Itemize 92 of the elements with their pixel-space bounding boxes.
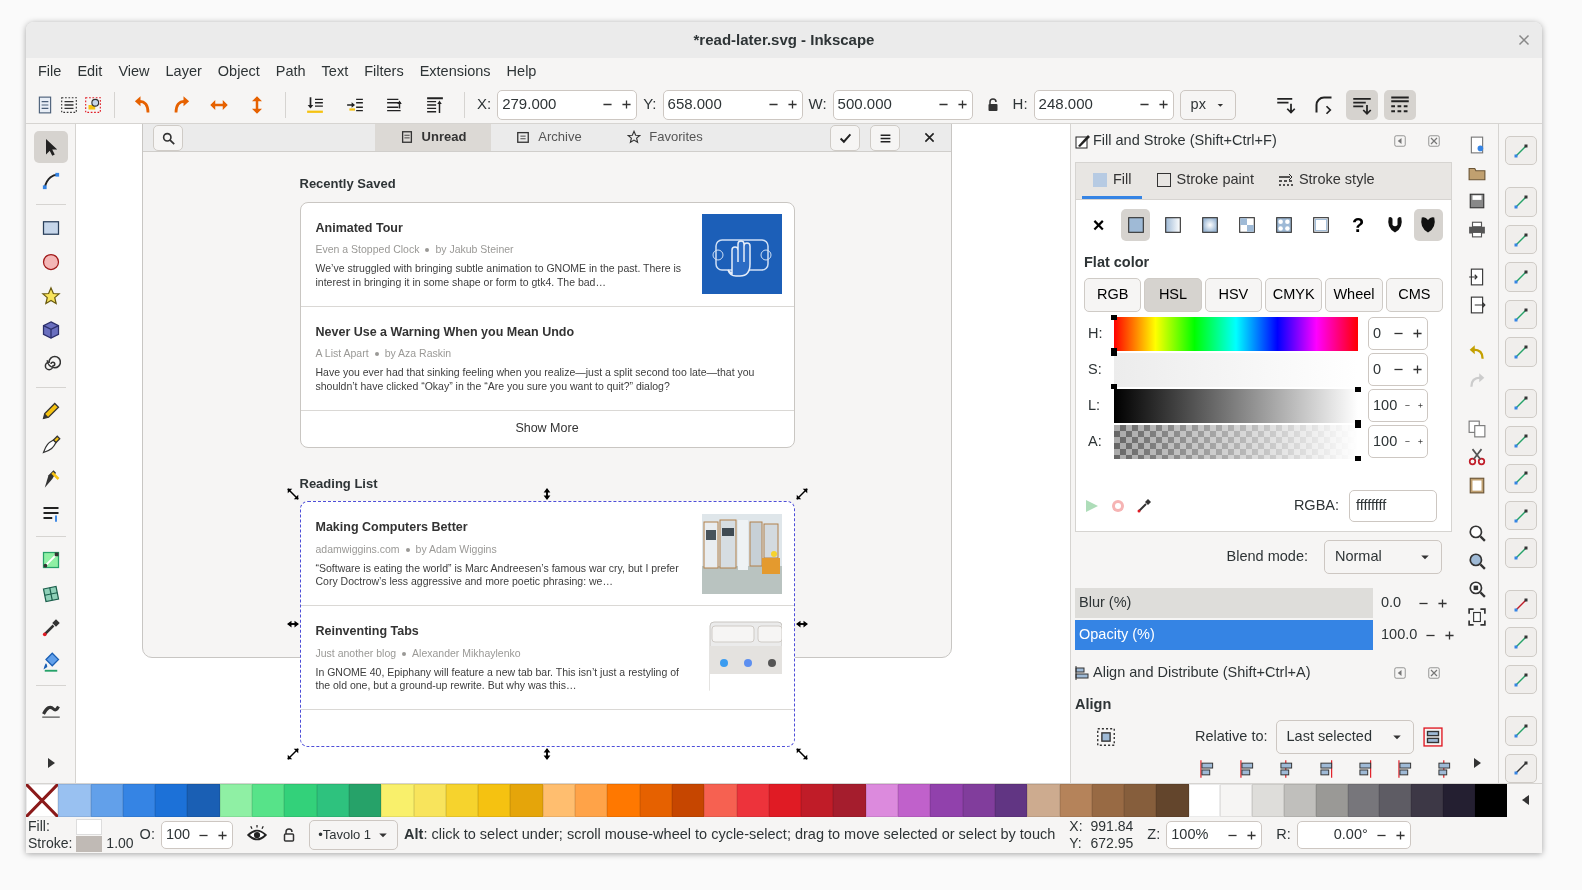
article-excerpt: We’ve struggled with bringing subtle animation to GNOME in the past. There is interest in bringing it in some shape or form to gtk4. The bad…: [315, 262, 683, 290]
slider-label: A:: [1087, 431, 1103, 451]
y-coordinate: 672.95: [1090, 835, 1134, 852]
tab[interactable]: Archive: [491, 124, 607, 151]
opacity-slider[interactable]: Opacity (%): [1075, 620, 1373, 650]
spin-field[interactable]: 0: [1368, 353, 1428, 387]
article-title: Animated Tour: [315, 219, 404, 237]
tab[interactable]: Stroke style: [1267, 163, 1385, 199]
mode-button[interactable]: CMS: [1385, 277, 1443, 312]
spin-field[interactable]: 500.000: [832, 89, 973, 120]
article-title: Reinventing Tabs: [315, 623, 420, 641]
article-author: by Adam Wiggins: [415, 541, 497, 557]
stroke-width: 1.00: [106, 835, 134, 852]
article-row[interactable]: Making Computers Better adamwiggins.com by Adam Wiggins “Software is eating the world” is Marc Andreesen’s famous war cry, but I prefer Cory Doctrow’s less aggressive and more poetic phrasing: we…: [300, 502, 794, 606]
menu-item[interactable]: Object: [209, 61, 268, 83]
menu-item[interactable]: Help: [498, 61, 545, 83]
mode-button[interactable]: CMYK: [1265, 277, 1323, 312]
spin-field[interactable]: 100.0: [1377, 620, 1456, 650]
article-source: Just another blog: [315, 645, 397, 661]
field-label: H:: [1012, 94, 1028, 115]
mode-button[interactable]: HSV: [1204, 277, 1262, 312]
field-label: Blend mode:: [1226, 547, 1308, 567]
menu-item[interactable]: Text: [313, 61, 357, 83]
field-label: Stroke:: [28, 835, 73, 852]
spin-field[interactable]: 658.000: [662, 89, 803, 120]
blend-dropdown[interactable]: Normal: [1324, 540, 1442, 574]
field-label: RGBA:: [1293, 495, 1339, 515]
field-label: W:: [808, 94, 827, 115]
menu-item[interactable]: File: [30, 61, 70, 83]
menu-item[interactable]: Path: [267, 61, 314, 83]
field-label: Z:: [1147, 825, 1161, 845]
slider-label: Blur (%): [1078, 593, 1132, 613]
article-source: Even a Stopped Clock: [315, 242, 420, 258]
spin-field[interactable]: 0.00°: [1296, 821, 1411, 849]
article-title: Never Use a Warning When you Mean Undo: [315, 323, 576, 341]
field-label: Relative to:: [1195, 726, 1268, 746]
window-title: *read-later.svg - Inkscape: [693, 29, 875, 50]
field-label: X:: [477, 94, 492, 115]
slider-label: S:: [1087, 359, 1103, 379]
tab[interactable]: Unread: [375, 124, 491, 151]
article-author: by Aza Raskin: [384, 346, 452, 362]
menu-item[interactable]: Layer: [157, 61, 210, 83]
menu-item[interactable]: Filters: [356, 61, 412, 83]
show-more-button[interactable]: Show More: [300, 410, 794, 447]
spin-field[interactable]: 100%: [1166, 821, 1263, 849]
article-author: by Jakub Steiner: [435, 242, 514, 258]
section-label: Align: [1075, 695, 1113, 714]
unit-dropdown[interactable]: px: [1179, 89, 1236, 120]
article-excerpt: “Software is eating the world” is Marc Andreesen’s famous war cry, but I prefer Cory Doctrow’s less aggressive and more poetic phrasing: we…: [315, 561, 680, 589]
article-row[interactable]: Animated Tour Even a Stopped Clock by Jakub Steiner We’ve struggled with bringing subtle animation to GNOME in the past. There is interest in bringing it in some shape or form to gtk4. The bad…: [300, 202, 794, 307]
paint-type-button[interactable]: ?: [1343, 209, 1373, 241]
article-author: Alexander Mikhaylenko: [412, 645, 521, 661]
spin-field[interactable]: 279.000: [497, 89, 638, 120]
section-heading: Recently Saved: [299, 175, 397, 193]
field-label: Y:: [643, 94, 657, 115]
article-source: adamwiggins.com: [315, 541, 400, 557]
section-heading: Reading List: [299, 474, 379, 493]
blur-slider[interactable]: Blur (%): [1075, 588, 1373, 618]
spin-field[interactable]: 248.000: [1033, 89, 1174, 120]
menu-item[interactable]: Edit: [69, 61, 111, 83]
layer-dropdown[interactable]: •Tavolo 1: [309, 820, 399, 850]
field-label: X:: [1069, 818, 1083, 835]
spin-field[interactable]: 0.0: [1377, 588, 1452, 618]
article-row[interactable]: Reinventing Tabs Just another blog Alexander Mikhaylenko In GNOME 40, Epiphany will feature a new tab bar. This isn’t just a restyling of the old one, but a ground-up rewrite. But why was this…: [300, 606, 794, 710]
rgba-field[interactable]: ffffffff: [1349, 489, 1437, 522]
article-title: Making Computers Better: [315, 519, 469, 537]
field-label: O:: [139, 825, 155, 845]
x-coordinate: 991.84: [1090, 818, 1134, 835]
article-excerpt: In GNOME 40, Epiphany will feature a new tab bar. This isn’t just a restyling of the old one, but a ground-up rewrite. But why was this…: [315, 665, 680, 693]
mode-button[interactable]: RGB: [1084, 277, 1142, 312]
mode-button[interactable]: Wheel: [1325, 277, 1383, 312]
mode-button[interactable]: HSL: [1144, 277, 1202, 312]
tab[interactable]: Favorites: [607, 124, 723, 151]
menu-item[interactable]: View: [110, 61, 158, 83]
panel-title: Fill and Stroke (Shift+Ctrl+F): [1093, 131, 1277, 151]
spin-field[interactable]: 0: [1368, 317, 1428, 351]
section-label: Flat color: [1084, 253, 1151, 272]
field-label: R:: [1276, 825, 1291, 845]
spin-field[interactable]: 100: [160, 821, 234, 849]
relative-dropdown[interactable]: Last selected: [1275, 719, 1414, 754]
article-source: A List Apart: [315, 346, 369, 362]
tab[interactable]: Stroke paint: [1145, 163, 1264, 199]
panel-title: Align and Distribute (Shift+Ctrl+A): [1093, 663, 1311, 683]
article-excerpt: Have you ever had that sinking feeling when you realize—just a split second too late—that you shouldn’t have clicked “Okay” in the “Are you sure you want to quit?” dialog?: [315, 366, 756, 394]
status-message: Alt: click to select under; scroll mouse-wheel to cycle-select; drag to move selected or select by touch: [404, 825, 1056, 845]
slider-label: Opacity (%): [1078, 625, 1155, 645]
paint-type-button[interactable]: ×: [1084, 209, 1114, 241]
slider-label: L:: [1087, 395, 1102, 415]
menu-item[interactable]: Extensions: [411, 61, 499, 83]
field-label: Y:: [1069, 835, 1083, 852]
field-label: Fill:: [28, 818, 51, 835]
slider-label: H:: [1087, 323, 1104, 343]
